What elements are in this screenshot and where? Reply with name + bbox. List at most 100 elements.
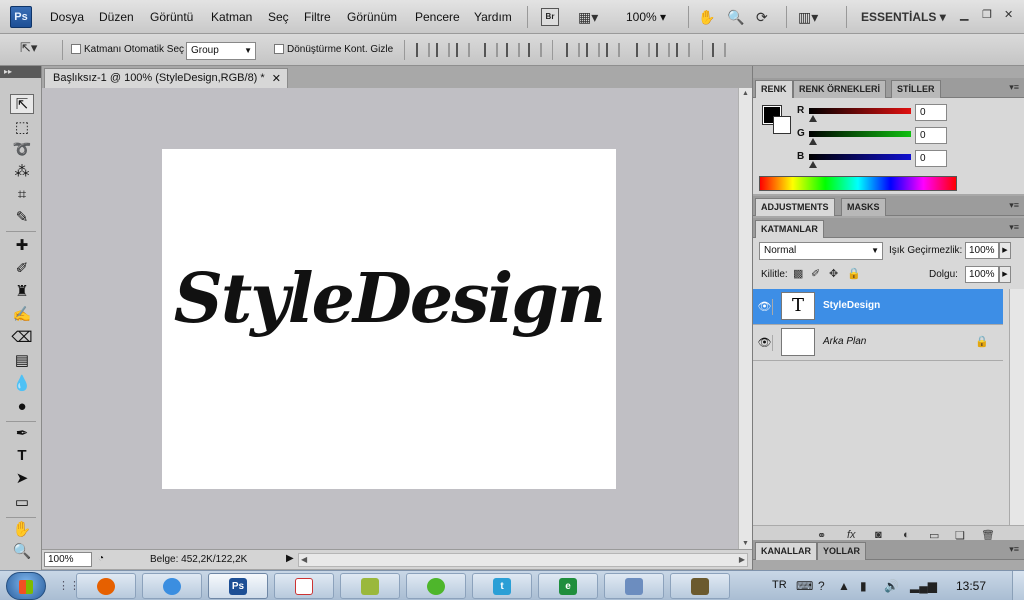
auto-align-layers-icon[interactable] xyxy=(712,43,726,57)
lock-transparency-icon[interactable]: ▩ xyxy=(793,267,803,280)
opacity-arrow-icon[interactable]: ▶ xyxy=(999,242,1011,259)
tab-masks[interactable]: MASKS xyxy=(841,198,886,216)
layer-row-styledesign[interactable]: 👁 T StyleDesign xyxy=(753,289,1003,325)
menu-sec[interactable]: Seç xyxy=(268,10,289,24)
tab-renk[interactable]: RENK xyxy=(755,80,793,98)
blue-slider[interactable] xyxy=(809,154,911,160)
taskbar-clock[interactable]: 13:57 xyxy=(956,579,986,593)
show-desktop-button[interactable] xyxy=(1012,571,1024,600)
canvas-workspace[interactable]: StyleDesign xyxy=(42,88,738,549)
taskbar-firefox-button[interactable] xyxy=(76,573,136,599)
menu-yardim[interactable]: Yardım xyxy=(474,10,512,24)
tools-panel-header[interactable]: ▸▸ xyxy=(0,66,41,78)
hand-tool-icon[interactable]: ✋ xyxy=(10,520,34,540)
align-left-icon[interactable] xyxy=(484,43,498,57)
menu-gorunum[interactable]: Görünüm xyxy=(347,10,397,24)
lock-all-icon[interactable]: 🔒 xyxy=(847,267,861,280)
blue-value-field[interactable]: 0 xyxy=(915,150,947,167)
close-icon[interactable]: ✕ xyxy=(1004,8,1013,21)
close-tab-icon[interactable]: ✕ xyxy=(272,72,281,85)
red-slider-thumb[interactable] xyxy=(809,115,817,122)
rotate-view-icon[interactable]: ⟳ xyxy=(756,7,768,27)
scroll-up-icon[interactable]: ▲ xyxy=(742,90,749,97)
auto-select-dropdown[interactable]: Group ▼ xyxy=(186,42,256,60)
green-slider[interactable] xyxy=(809,131,911,137)
dodge-tool-icon[interactable]: ● xyxy=(10,397,34,417)
keyboard-icon[interactable]: ⌨ xyxy=(796,579,813,593)
zoom-tool-icon[interactable]: 🔍 xyxy=(10,542,34,562)
menu-goruntu[interactable]: Görüntü xyxy=(150,10,193,24)
power-icon[interactable]: ▮ xyxy=(860,579,867,593)
red-value-field[interactable]: 0 xyxy=(915,104,947,121)
horizontal-scrollbar[interactable]: ◀ ▶ xyxy=(298,553,748,567)
language-indicator[interactable]: TR xyxy=(772,579,787,591)
healing-brush-tool-icon[interactable]: ✚ xyxy=(10,236,34,256)
move-tool-icon[interactable]: ⇱ xyxy=(10,94,34,114)
workspace-switcher[interactable]: ESSENTİALS ▾ xyxy=(861,10,946,24)
lock-pixels-icon[interactable]: ✐ xyxy=(811,267,820,280)
bridge-button[interactable]: Br xyxy=(541,8,559,26)
zoom-tool-icon[interactable]: 🔍 xyxy=(727,7,744,27)
menu-duzen[interactable]: Düzen xyxy=(99,10,134,24)
start-button[interactable] xyxy=(6,572,46,600)
menu-pencere[interactable]: Pencere xyxy=(415,10,460,24)
crop-tool-icon[interactable]: ⌗ xyxy=(10,185,34,205)
scroll-down-icon[interactable]: ▼ xyxy=(742,540,749,547)
visibility-eye-icon[interactable]: 👁 xyxy=(757,335,773,351)
align-top-icon[interactable] xyxy=(416,43,430,57)
tab-kanallar[interactable]: KANALLAR xyxy=(755,542,817,560)
distribute-bottom-icon[interactable] xyxy=(606,43,620,57)
document-canvas[interactable]: StyleDesign xyxy=(162,149,616,489)
taskbar-pdf-button[interactable] xyxy=(274,573,334,599)
lock-position-icon[interactable]: ✥ xyxy=(829,267,838,280)
opacity-field[interactable]: 100% xyxy=(965,242,999,259)
volume-icon[interactable]: 🔊 xyxy=(884,579,899,593)
distribute-vcenter-icon[interactable] xyxy=(586,43,600,57)
menu-dosya[interactable]: Dosya xyxy=(50,10,84,24)
taskbar-app-blue-button[interactable]: t xyxy=(472,573,532,599)
color-spectrum-bar[interactable] xyxy=(759,176,957,191)
type-tool-icon[interactable]: T xyxy=(10,446,34,466)
canvas-text-layer[interactable]: StyleDesign xyxy=(162,259,616,339)
move-tool-preset-icon[interactable]: ⇱▾ xyxy=(20,38,37,58)
eyedropper-tool-icon[interactable]: ✎ xyxy=(10,208,34,228)
align-right-icon[interactable] xyxy=(528,43,542,57)
vertical-scrollbar[interactable]: ▲ ▼ xyxy=(738,88,752,549)
tab-yollar[interactable]: YOLLAR xyxy=(817,542,866,560)
tab-renk-ornekleri[interactable]: RENK ÖRNEKLERİ xyxy=(793,80,887,98)
distribute-right-icon[interactable] xyxy=(676,43,690,57)
gradient-tool-icon[interactable]: ▤ xyxy=(10,351,34,371)
marquee-tool-icon[interactable]: ⬚ xyxy=(10,118,34,138)
lasso-tool-icon[interactable]: ➰ xyxy=(10,140,34,160)
pen-tool-icon[interactable]: ✒ xyxy=(10,424,34,444)
taskbar-app-media-button[interactable] xyxy=(670,573,730,599)
panel-menu-icon[interactable]: ▾≡ xyxy=(1009,82,1019,93)
status-options-icon[interactable]: ◔ xyxy=(98,553,104,564)
fill-arrow-icon[interactable]: ▶ xyxy=(999,266,1011,283)
clone-stamp-tool-icon[interactable]: ♜ xyxy=(10,282,34,302)
zoom-select[interactable]: 100% ▾ xyxy=(626,10,666,24)
panel-menu-icon[interactable]: ▾≡ xyxy=(1009,200,1019,211)
fill-field[interactable]: 100% xyxy=(965,266,999,283)
hand-tool-icon[interactable]: ✋ xyxy=(698,7,715,27)
history-brush-tool-icon[interactable]: ✍ xyxy=(10,305,34,325)
distribute-hcenter-icon[interactable] xyxy=(656,43,670,57)
zoom-level-field[interactable]: 100% xyxy=(44,552,92,567)
panel-menu-icon[interactable]: ▾≡ xyxy=(1009,544,1019,555)
menu-filtre[interactable]: Filtre xyxy=(304,10,331,24)
minimize-icon[interactable]: ▁ xyxy=(960,8,968,21)
background-color-swatch[interactable] xyxy=(773,116,791,134)
blue-slider-thumb[interactable] xyxy=(809,161,817,168)
tab-katmanlar[interactable]: KATMANLAR xyxy=(755,220,824,238)
network-icon[interactable]: ▂▄▆ xyxy=(910,579,937,593)
transform-controls-checkbox[interactable] xyxy=(274,44,284,54)
auto-select-checkbox[interactable] xyxy=(71,44,81,54)
taskbar-app-doc-button[interactable] xyxy=(604,573,664,599)
shape-tool-icon[interactable]: ▭ xyxy=(10,493,34,513)
status-menu-arrow-icon[interactable]: ▶ xyxy=(286,553,294,564)
layer-name[interactable]: StyleDesign xyxy=(823,300,880,311)
taskbar-chrome-button[interactable] xyxy=(142,573,202,599)
screen-mode-icon[interactable]: ▦▾ xyxy=(578,7,598,27)
blur-tool-icon[interactable]: 💧 xyxy=(10,374,34,394)
path-selection-tool-icon[interactable]: ➤ xyxy=(10,469,34,489)
